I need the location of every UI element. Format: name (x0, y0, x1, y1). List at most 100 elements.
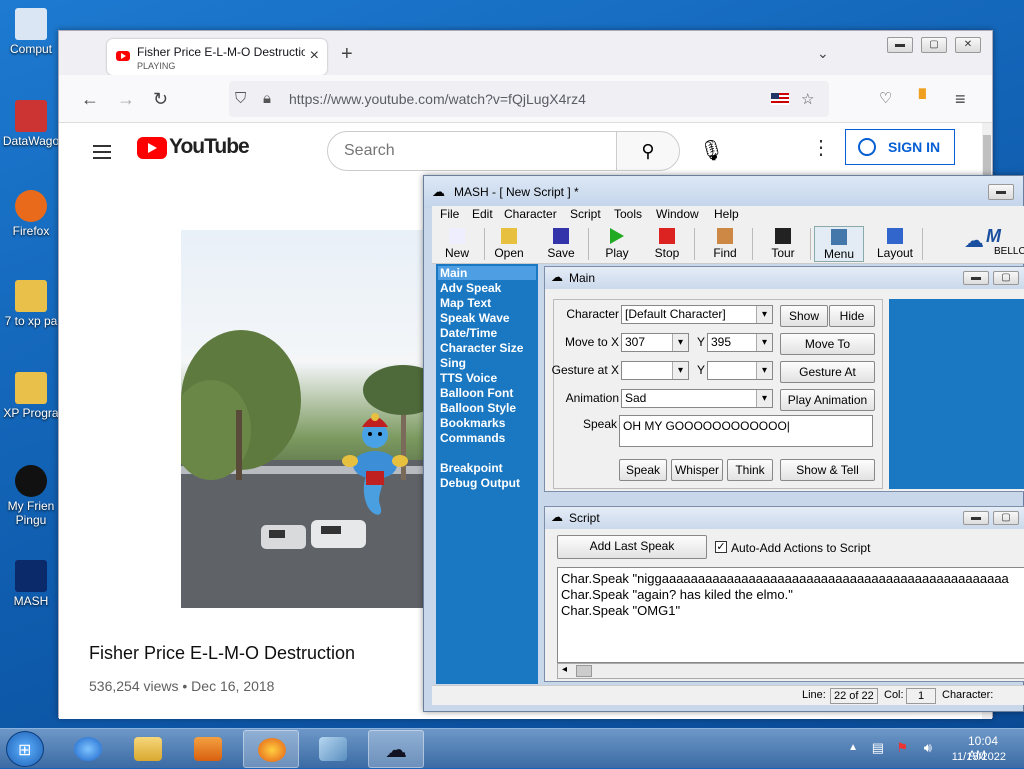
scroll-thumb[interactable] (983, 135, 991, 175)
script-editor[interactable]: Char.Speak "niggaaaaaaaaaaaaaaaaaaaaaaaa… (557, 567, 1024, 663)
forward-icon[interactable]: → (117, 89, 135, 110)
menu-edit[interactable]: Edit (472, 207, 493, 221)
think-button[interactable]: Think (727, 459, 773, 481)
sign-in-button[interactable]: SIGN IN (845, 129, 955, 165)
minimize-button[interactable]: ▬ (887, 37, 913, 53)
script-h-scrollbar[interactable]: ◂ (557, 663, 1024, 679)
sidebar-item[interactable]: Debug Output (440, 476, 520, 490)
reload-icon[interactable]: ↻ (153, 89, 168, 110)
whisper-button[interactable]: Whisper (671, 459, 723, 481)
sidebar-item[interactable]: Balloon Style (440, 401, 516, 415)
show-hidden-icons[interactable]: ▲ (848, 742, 858, 753)
desktop-icon[interactable]: My Frien Pingu (0, 465, 62, 527)
back-icon[interactable]: ← (81, 89, 99, 110)
search-box[interactable] (327, 131, 617, 171)
desktop-icon[interactable]: Comput (0, 8, 62, 56)
toolbar-find-button[interactable]: Find (700, 226, 750, 262)
bookmark-star-icon[interactable]: ☆ (801, 90, 814, 108)
sidebar-item[interactable]: Commands (440, 431, 505, 445)
auto-add-checkbox[interactable]: ✓ (715, 541, 727, 553)
main-minimize-button[interactable]: ▬ (963, 271, 989, 285)
sidebar-item[interactable]: Adv Speak (440, 281, 501, 295)
flag-icon[interactable] (771, 93, 789, 105)
taskbar-ie[interactable] (60, 730, 116, 768)
toolbar-stop-button[interactable]: Stop (642, 226, 692, 262)
hamburger-menu-icon[interactable] (93, 141, 111, 163)
search-button[interactable]: ⚲ (616, 131, 680, 171)
sidebar-item[interactable]: Character Size (440, 341, 523, 355)
toolbar-play-button[interactable]: Play (592, 226, 642, 262)
desktop-icon[interactable]: 7 to xp pa (0, 280, 62, 328)
shield-icon[interactable]: ⛉ (235, 90, 246, 107)
move-y-combo[interactable]: 395 (707, 333, 773, 352)
youtube-logo-text[interactable]: YouTube (169, 135, 250, 159)
maximize-button[interactable]: ▢ (921, 37, 947, 53)
search-input[interactable] (344, 142, 594, 160)
url-bar[interactable]: ⛉ 🔒︎ https://www.youtube.com/watch?v=fQj… (229, 81, 829, 117)
scroll-left-icon[interactable]: ◂ (562, 664, 567, 675)
toolbar-save-button[interactable]: Save (536, 226, 586, 262)
menu-character[interactable]: Character (504, 207, 557, 221)
youtube-logo-icon[interactable] (137, 137, 167, 159)
sidebar-item[interactable]: Speak Wave (440, 311, 510, 325)
microphone-icon[interactable]: 🎙︎ (699, 138, 724, 163)
sidebar-item[interactable]: Sing (440, 356, 466, 370)
clock-date[interactable]: 11/13/2022 (952, 751, 1006, 763)
list-tabs-chevron-icon[interactable]: ⌄ (817, 45, 829, 62)
sidebar-item[interactable]: TTS Voice (440, 371, 497, 385)
pocket-icon[interactable]: ♡ (879, 89, 892, 107)
mash-title-bar[interactable]: ☁ MASH - [ New Script ] * ▬ (424, 176, 1023, 208)
gesture-y-combo[interactable] (707, 361, 773, 380)
script-line[interactable]: Char.Speak "again? has kiled the elmo." (561, 587, 1022, 603)
play-animation-button[interactable]: Play Animation (780, 389, 875, 411)
extension-icon[interactable]: ▘ (919, 89, 933, 110)
speak-textbox[interactable]: OH MY GOOOOOOOOOOOO| (619, 415, 873, 447)
menu-help[interactable]: Help (714, 207, 739, 221)
desktop-icon[interactable]: MASH (0, 560, 62, 608)
network-icon[interactable]: ▤ (872, 740, 884, 756)
taskbar-notepad[interactable] (305, 730, 361, 768)
genie-character[interactable] (340, 405, 410, 523)
move-x-combo[interactable]: 307 (621, 333, 689, 352)
toolbar-layout-button[interactable]: Layout (870, 226, 920, 262)
taskbar-mash[interactable]: ☁ (368, 730, 424, 768)
sidebar-item[interactable]: Bookmarks (440, 416, 505, 430)
sidebar-item[interactable]: Balloon Font (440, 386, 513, 400)
character-select[interactable]: [Default Character] (621, 305, 773, 324)
browser-tab[interactable]: Fisher Price E-L-M-O Destructio PLAYING … (107, 39, 327, 75)
gesture-x-combo[interactable] (621, 361, 689, 380)
script-maximize-button[interactable]: ▢ (993, 511, 1019, 525)
desktop-icon[interactable]: XP Progra (0, 372, 62, 420)
taskbar-media[interactable] (180, 730, 236, 768)
sidebar-item[interactable]: Breakpoint (440, 461, 503, 475)
script-minimize-button[interactable]: ▬ (963, 511, 989, 525)
taskbar-explorer[interactable] (120, 730, 176, 768)
main-panel-title-bar[interactable]: ☁ Main ▬ ▢ (545, 267, 1024, 289)
toolbar-new-button[interactable]: New (432, 226, 482, 262)
speak-button[interactable]: Speak (619, 459, 667, 481)
script-line[interactable]: Char.Speak "OMG1" (561, 603, 1022, 619)
volume-icon[interactable]: 🔊︎ (924, 740, 932, 756)
lock-icon[interactable]: 🔒︎ (263, 90, 271, 107)
close-tab-icon[interactable]: × (310, 47, 319, 65)
desktop-icon[interactable]: DataWago (0, 100, 62, 148)
animation-select[interactable]: Sad (621, 389, 773, 408)
sidebar-item[interactable]: Date/Time (440, 326, 497, 340)
scroll-thumb[interactable] (576, 665, 592, 677)
toolbar-open-button[interactable]: Open (484, 226, 534, 262)
taskbar-firefox[interactable] (243, 730, 299, 768)
gesture-at-button[interactable]: Gesture At (780, 361, 875, 383)
action-center-icon[interactable]: ⚑ (896, 740, 908, 756)
more-options-icon[interactable]: ⋮ (811, 135, 831, 160)
mash-minimize-button[interactable]: ▬ (988, 184, 1014, 200)
menu-window[interactable]: Window (656, 207, 699, 221)
url-text[interactable]: https://www.youtube.com/watch?v=fQjLugX4… (289, 91, 586, 107)
menu-tools[interactable]: Tools (614, 207, 642, 221)
menu-script[interactable]: Script (570, 207, 601, 221)
start-button[interactable]: ⊞ (6, 731, 44, 767)
menu-file[interactable]: File (440, 207, 459, 221)
sidebar-item[interactable]: Map Text (440, 296, 491, 310)
toolbar-menu-button[interactable]: Menu (814, 226, 864, 262)
new-tab-icon[interactable]: + (341, 43, 353, 66)
main-maximize-button[interactable]: ▢ (993, 271, 1019, 285)
